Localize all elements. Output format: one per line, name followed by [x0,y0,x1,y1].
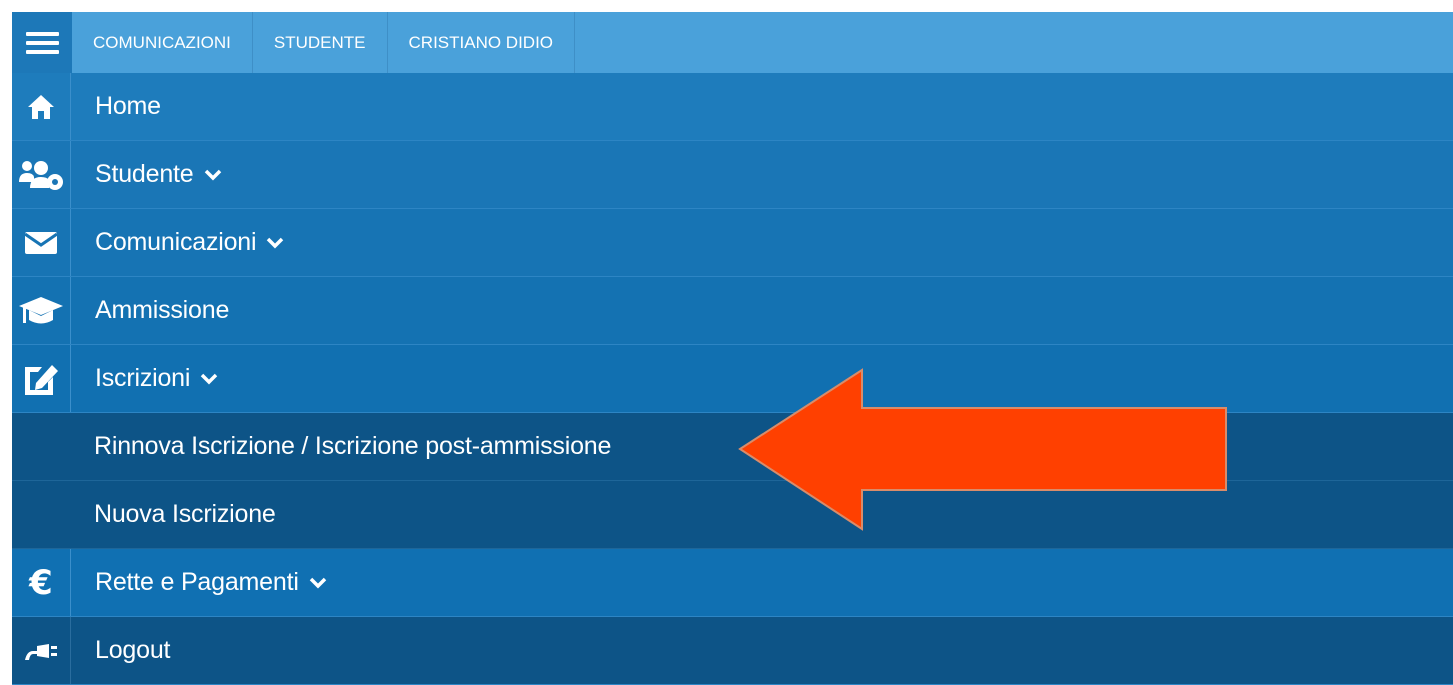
app-window: COMUNICAZIONI STUDENTE CRISTIANO DIDIO H… [12,12,1453,685]
menu-item-home[interactable]: Home [12,73,1453,141]
icon-spacer [12,413,70,480]
submenu-item-rinnova-iscrizione[interactable]: Rinnova Iscrizione / Iscrizione post-amm… [12,413,1453,481]
menu-item-logout[interactable]: Logout [12,617,1453,685]
plug-icon [12,617,71,684]
menu-item-logout-label: Logout [95,636,171,664]
menu-item-comunicazioni[interactable]: Comunicazioni [12,209,1453,277]
chevron-down-icon [267,237,284,248]
top-navbar: COMUNICAZIONI STUDENTE CRISTIANO DIDIO [12,12,1453,73]
menu-item-rette-pagamenti[interactable]: € Rette e Pagamenti [12,549,1453,617]
envelope-icon [12,209,71,276]
icon-spacer [12,481,70,548]
menu-item-comunicazioni-label: Comunicazioni [95,228,257,256]
menu-item-iscrizioni-label: Iscrizioni [95,364,191,392]
menu-item-rette-label: Rette e Pagamenti [95,568,299,596]
sidebar-menu: Home Studente Comunicazioni Ammissione I… [12,73,1453,685]
tab-user-name[interactable]: CRISTIANO DIDIO [388,12,576,73]
menu-icon-bar [25,49,59,54]
edit-icon [12,345,71,412]
users-gear-icon [12,141,71,208]
tab-studente[interactable]: STUDENTE [253,12,388,73]
home-icon [12,73,71,140]
chevron-down-icon [204,169,221,180]
chevron-down-icon [201,373,218,384]
menu-item-home-label: Home [95,92,161,120]
menu-item-studente-label: Studente [95,160,194,188]
euro-icon: € [12,549,71,616]
tab-comunicazioni[interactable]: COMUNICAZIONI [72,12,253,73]
menu-item-studente[interactable]: Studente [12,141,1453,209]
graduation-cap-icon [12,277,71,344]
submenu-item-nuova-iscrizione[interactable]: Nuova Iscrizione [12,481,1453,549]
menu-item-ammissione[interactable]: Ammissione [12,277,1453,345]
menu-icon [25,31,59,36]
menu-icon-bar [25,40,59,45]
submenu-item-rinnova-label: Rinnova Iscrizione / Iscrizione post-amm… [94,432,612,460]
submenu-item-nuova-label: Nuova Iscrizione [94,500,276,528]
chevron-down-icon [309,577,326,588]
menu-item-ammissione-label: Ammissione [95,296,230,324]
menu-toggle-button[interactable] [12,12,72,73]
menu-item-iscrizioni[interactable]: Iscrizioni [12,345,1453,413]
